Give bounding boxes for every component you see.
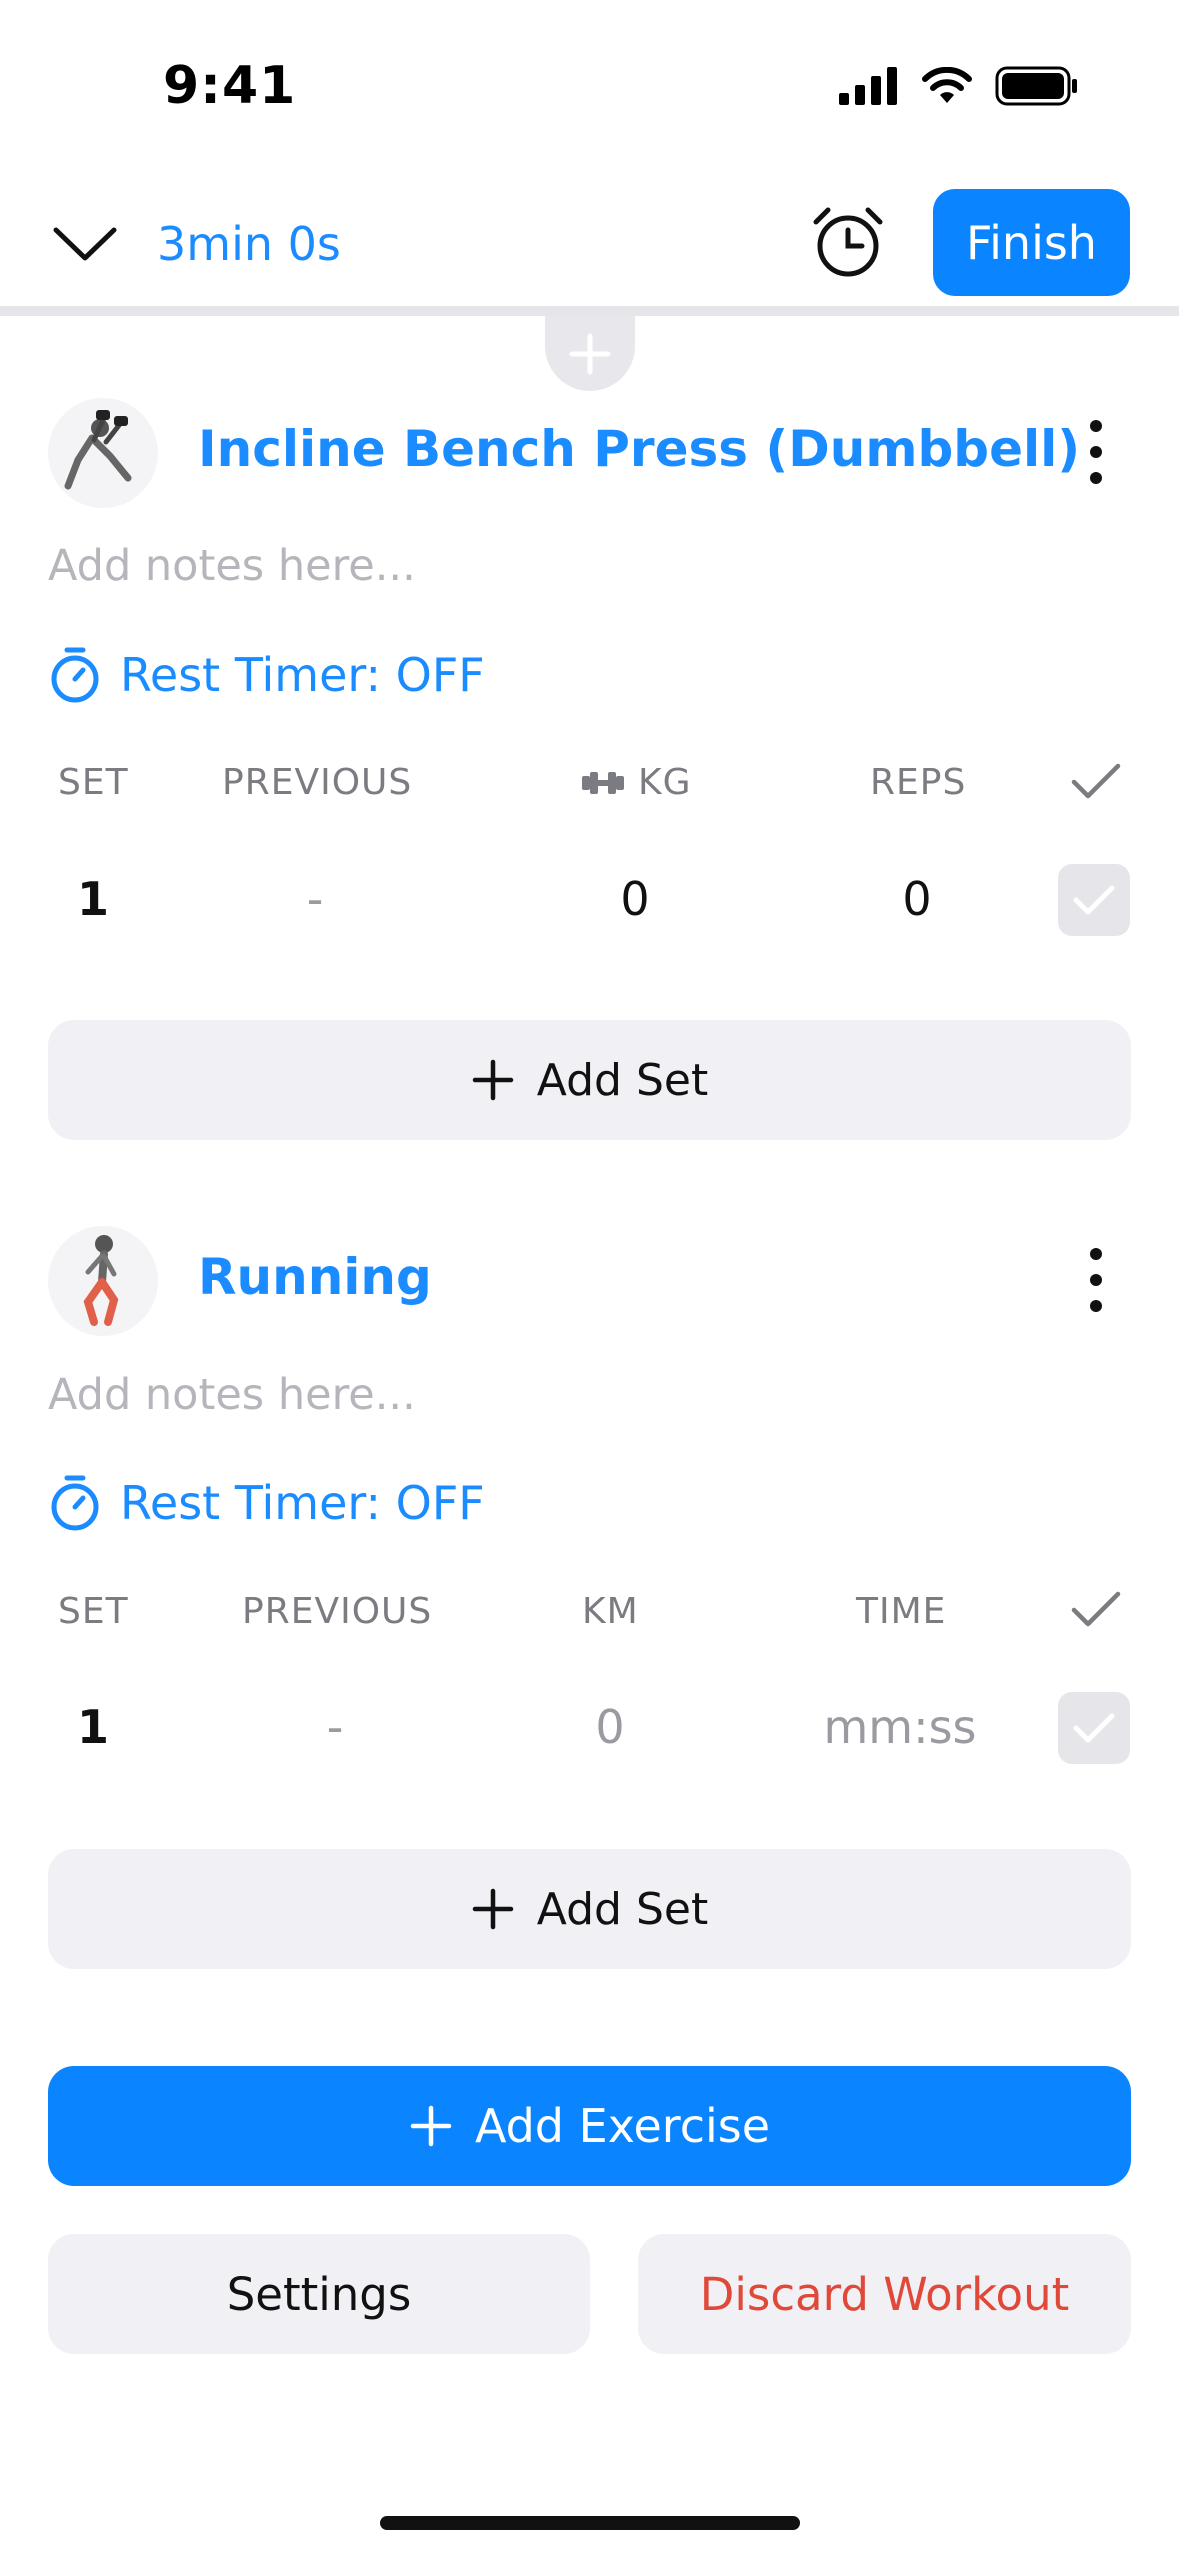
stopwatch-icon: [51, 1475, 99, 1531]
status-icons: [839, 64, 1079, 108]
set-number[interactable]: 1: [48, 1700, 138, 1754]
column-set: SET: [58, 1591, 129, 1632]
plus-icon: [410, 2105, 452, 2147]
workout-duration: 3min 0s: [157, 217, 341, 271]
notes-input[interactable]: Add notes here...: [48, 1370, 416, 1420]
rest-timer-toggle[interactable]: Rest Timer: OFF: [48, 646, 485, 704]
notes-input[interactable]: Add notes here...: [48, 541, 416, 591]
dumbbell-icon: [582, 771, 624, 794]
rest-timer-label: Rest Timer: OFF: [120, 648, 485, 702]
column-previous: PREVIOUS: [222, 762, 413, 803]
exercise-title[interactable]: Running: [198, 1248, 432, 1306]
set-complete-checkbox[interactable]: [1058, 864, 1130, 936]
checkmark-icon: [1071, 1591, 1121, 1627]
previous-value: -: [306, 872, 324, 926]
header-divider: [0, 306, 1179, 316]
more-options-icon[interactable]: [1076, 412, 1116, 492]
add-set-button[interactable]: Add Set: [48, 1020, 1131, 1140]
plus-icon: [472, 1888, 514, 1930]
set-number[interactable]: 1: [48, 872, 138, 926]
stopwatch-icon: [51, 647, 99, 703]
plus-icon: [569, 333, 611, 374]
column-km: KM: [582, 1591, 639, 1632]
dumbbell-press-figure-icon: [64, 410, 132, 490]
check-icon: [1073, 885, 1115, 915]
wifi-icon: [922, 67, 972, 103]
exercise-thumbnail[interactable]: [48, 1226, 158, 1336]
add-set-button[interactable]: Add Set: [48, 1849, 1131, 1969]
more-options-icon[interactable]: [1076, 1240, 1116, 1320]
exercise-thumbnail[interactable]: [48, 398, 158, 508]
add-set-label: Add Set: [536, 1883, 709, 1935]
battery-icon: [995, 66, 1077, 106]
checkmark-icon: [1071, 763, 1121, 799]
column-time: TIME: [856, 1591, 947, 1632]
running-figure-icon: [83, 1235, 119, 1326]
plus-icon: [472, 1059, 514, 1101]
column-reps: REPS: [870, 762, 967, 803]
set-complete-checkbox[interactable]: [1058, 1692, 1130, 1764]
reps-input[interactable]: 0: [842, 872, 992, 926]
column-kg-label: KG: [638, 762, 692, 803]
column-set: SET: [58, 762, 129, 803]
exercise-title[interactable]: Incline Bench Press (Dumbbell): [198, 420, 1080, 478]
column-previous: PREVIOUS: [242, 1591, 433, 1632]
chevron-down-icon[interactable]: [50, 218, 120, 268]
column-kg: KG: [580, 762, 692, 803]
finish-button[interactable]: Finish: [933, 189, 1130, 296]
previous-value: -: [326, 1700, 344, 1754]
kg-input[interactable]: 0: [560, 872, 710, 926]
home-indicator[interactable]: [380, 2516, 800, 2530]
km-input[interactable]: 0: [535, 1700, 685, 1754]
discard-workout-button[interactable]: Discard Workout: [638, 2234, 1131, 2354]
status-time: 9:41: [163, 56, 297, 116]
insert-exercise-handle[interactable]: [545, 316, 635, 391]
signal-icon: [839, 67, 897, 105]
rest-timer-toggle[interactable]: Rest Timer: OFF: [48, 1474, 485, 1532]
settings-button[interactable]: Settings: [48, 2234, 590, 2354]
check-icon: [1073, 1713, 1115, 1743]
rest-timer-label: Rest Timer: OFF: [120, 1476, 485, 1530]
alarm-clock-icon[interactable]: [808, 202, 888, 282]
time-input[interactable]: mm:ss: [800, 1700, 1000, 1754]
add-exercise-label: Add Exercise: [474, 2099, 771, 2153]
add-exercise-button[interactable]: Add Exercise: [48, 2066, 1131, 2186]
add-set-label: Add Set: [536, 1054, 709, 1106]
